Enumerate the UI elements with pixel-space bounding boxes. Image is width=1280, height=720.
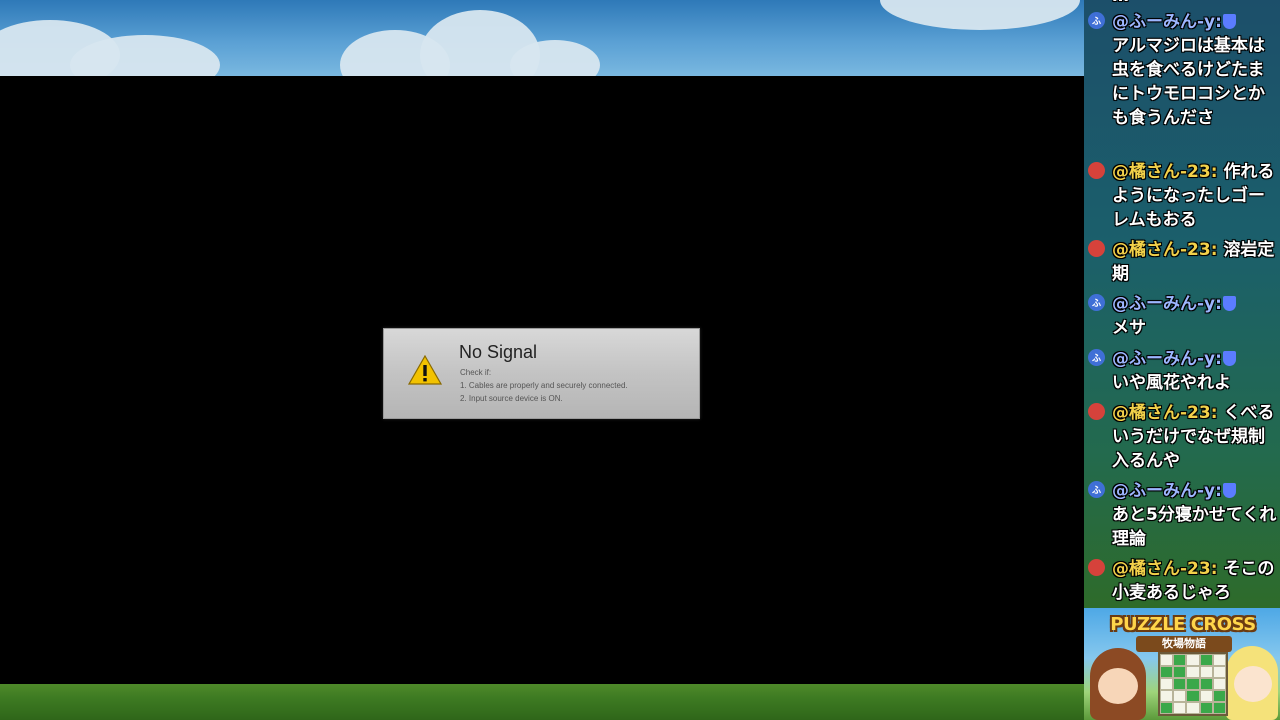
game-logo-thumbnail: 牧場物語 PUZZLE CROSS [1084, 608, 1280, 720]
author-name: @橘さん-23: [1112, 162, 1218, 182]
cloud [880, 0, 1080, 30]
character-left-face [1098, 668, 1138, 704]
user-avatar: ふ [1088, 294, 1105, 311]
moderator-shield-icon [1222, 296, 1236, 311]
moderator-shield-icon [1222, 351, 1236, 366]
logo-subtitle-banner: 牧場物語 [1136, 636, 1232, 652]
author-name: @橘さん-23: [1112, 403, 1218, 423]
chat-message-body: @橘さん-23: 作れるようになったしゴーレムもおる [1112, 160, 1280, 232]
author-name: @橘さん-23: [1112, 559, 1218, 579]
picross-board [1158, 652, 1228, 716]
chat-message-text: あと5分寝かせてくれ理論 [1112, 505, 1277, 549]
chat-message-body: @ふーみん-y: アルマジロは基本は虫を食べるけどたまにトウモロコシとかも食うん… [1112, 10, 1280, 130]
author-name: @ふーみん-y: [1112, 12, 1222, 32]
check-label: Check if: [460, 368, 492, 377]
chat-message-body: @橘さん-23: くべるいうだけでなぜ規制入るんや [1112, 401, 1280, 473]
background-sky [0, 0, 1084, 76]
game-logo-text: PUZZLE CROSS [1110, 614, 1256, 635]
chat-message-text: … [1112, 0, 1280, 8]
character-right-face [1234, 666, 1272, 702]
chat-message-body: @橘さん-23: そこの小麦あるじゃろ [1112, 557, 1280, 605]
user-avatar: ふ [1088, 349, 1105, 366]
user-avatar [1088, 559, 1105, 576]
chat-message-body: @ふーみん-y: あと5分寝かせてくれ理論 [1112, 479, 1280, 551]
user-avatar [1088, 240, 1105, 257]
warning-icon [408, 355, 442, 385]
author-name: @ふーみん-y: [1112, 294, 1222, 314]
background-grass [0, 684, 1084, 720]
check-line-2: 2. Input source device is ON. [460, 394, 563, 403]
moderator-shield-icon [1222, 483, 1236, 498]
user-avatar: ふ [1088, 12, 1105, 29]
no-signal-dialog: No Signal Check if: 1. Cables are proper… [383, 328, 700, 419]
user-avatar [1088, 403, 1105, 420]
chat-message-body: @ふーみん-y: いや風花やれよ [1112, 347, 1280, 395]
author-name: @ふーみん-y: [1112, 349, 1222, 369]
no-signal-title: No Signal [459, 342, 538, 362]
author-name: @ふーみん-y: [1112, 481, 1222, 501]
chat-message-body: @ふーみん-y: メサ [1112, 292, 1280, 340]
check-line-1: 1. Cables are properly and securely conn… [460, 381, 628, 390]
logo-subtitle: 牧場物語 [1162, 637, 1206, 650]
chat-message-body: @橘さん-23: 溶岩定期 [1112, 238, 1280, 286]
chat-message-text: いや風花やれよ [1112, 373, 1231, 393]
user-avatar [1088, 162, 1105, 179]
author-name: @橘さん-23: [1112, 240, 1218, 260]
user-avatar: ふ [1088, 481, 1105, 498]
chat-message-text: アルマジロは基本は虫を食べるけどたまにトウモロコシとかも食うんださ [1112, 36, 1265, 128]
chat-panel: … ふ @ふーみん-y: アルマジロは基本は虫を食べるけどたまにトウモロコシとか… [1084, 0, 1280, 608]
chat-message-text: メサ [1112, 318, 1146, 338]
moderator-shield-icon [1222, 14, 1236, 29]
